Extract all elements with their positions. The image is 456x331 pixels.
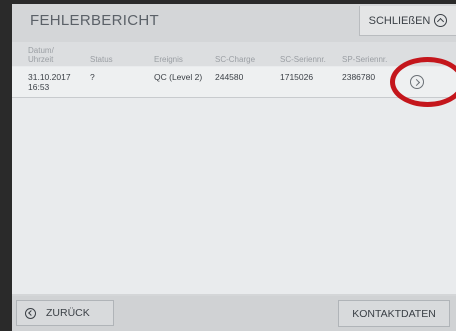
footer: ZURÜCK KONTAKTDATEN [12,296,456,331]
column-header-status: Status [90,55,113,64]
column-header-ereignis: Ereignis [154,55,183,64]
device-screen: FEHLERBERICHT SCHLIEßEN Datum/ Uhrzeit S… [12,4,456,331]
cell-uhrzeit: 16:53 [28,82,50,92]
header: FEHLERBERICHT SCHLIEßEN [12,4,456,36]
chevron-up-circle-icon [434,14,448,27]
page-title: FEHLERBERICHT [30,12,159,29]
contact-data-button[interactable]: KONTAKTDATEN [338,300,450,327]
cell-sc-charge: 244580 [215,72,244,82]
back-button-label: ZURÜCK [46,307,90,319]
column-header-datum: Datum/ Uhrzeit [28,46,54,64]
cell-sp-seriennr: 2386780 [342,72,376,82]
highlight-circle-annotation [390,57,456,107]
chevron-left-circle-icon [25,307,36,319]
back-button[interactable]: ZURÜCK [16,300,114,326]
column-header-sp-seriennr: SP-Seriennr. [342,55,388,64]
close-button[interactable]: SCHLIEßEN [359,6,456,36]
close-button-label: SCHLIEßEN [368,14,431,27]
table-header: Datum/ Uhrzeit Status Ereignis SC-Charge… [12,42,456,66]
cell-datum: 31.10.2017 [28,72,71,82]
cell-sc-seriennr: 1715026 [280,72,314,82]
column-header-sc-charge: SC-Charge [215,55,256,64]
cell-ereignis: QC (Level 2) [154,72,203,82]
column-header-sc-seriennr: SC-Seriennr. [280,55,326,64]
contact-button-label: KONTAKTDATEN [352,307,436,320]
cell-status: ? [90,72,95,82]
